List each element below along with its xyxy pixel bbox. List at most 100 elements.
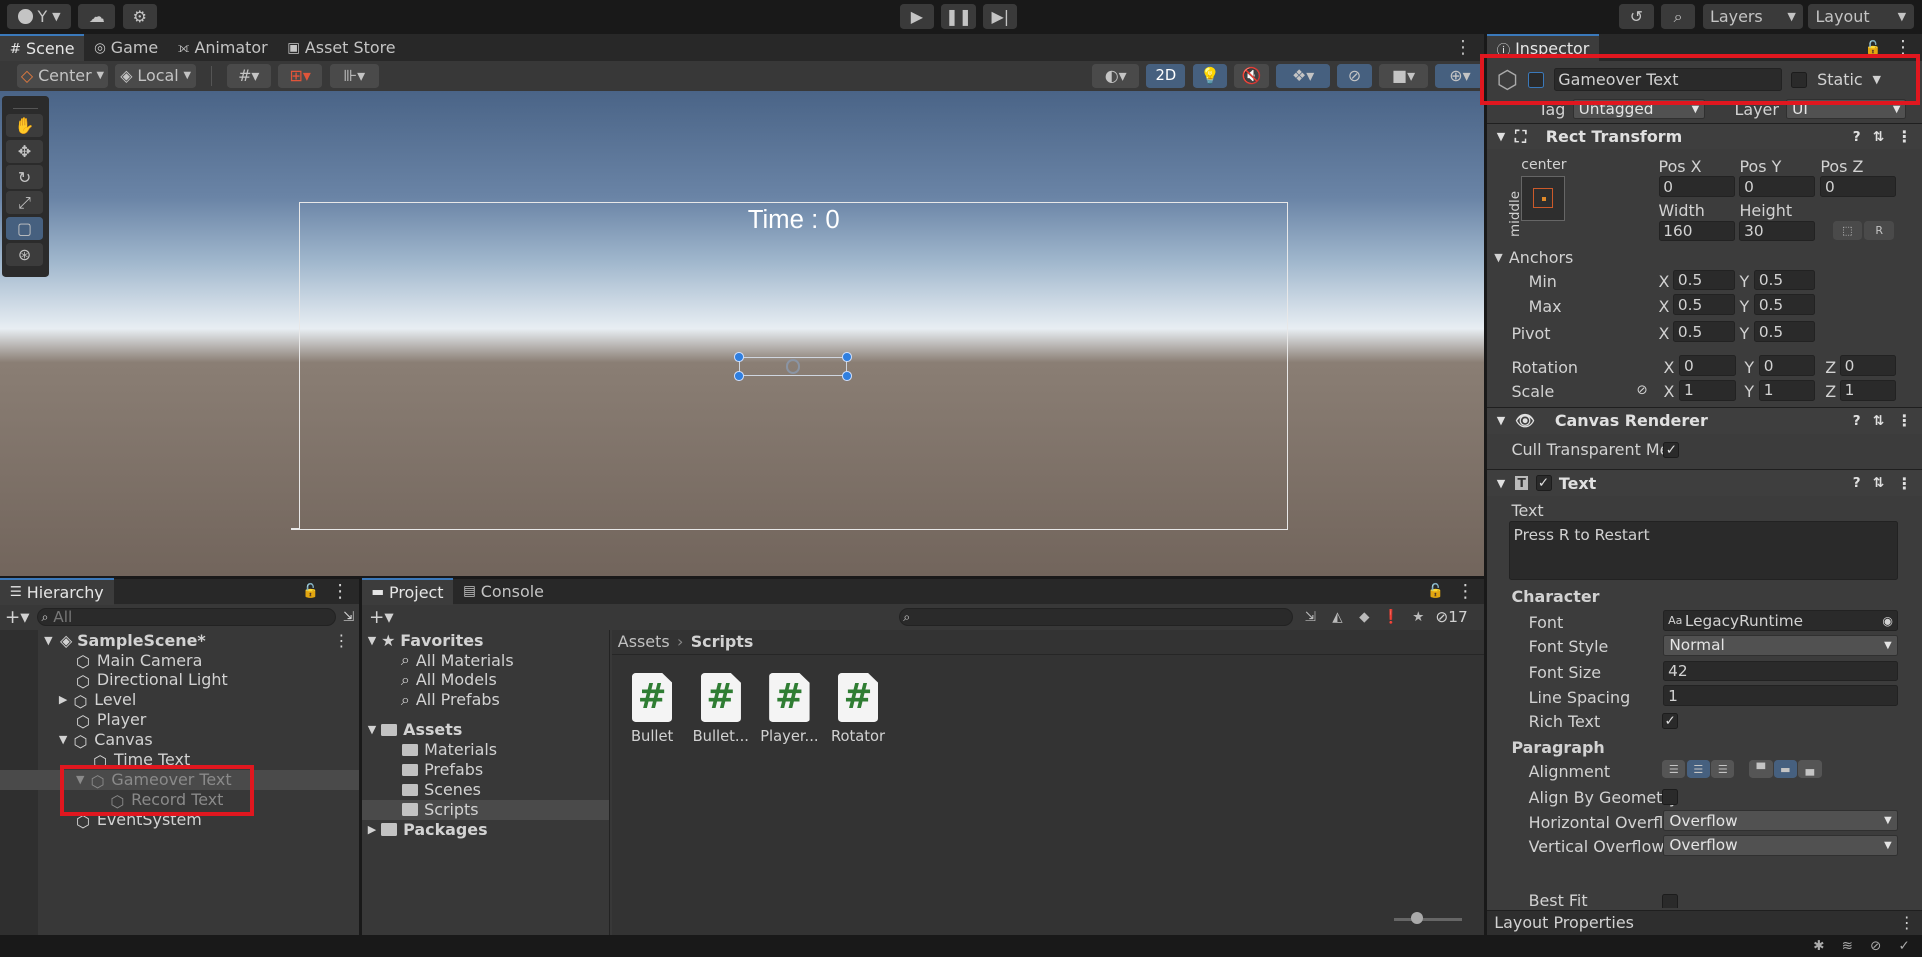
active-checkbox[interactable] (1527, 71, 1544, 88)
line-spacing-field[interactable]: 1 (1663, 685, 1898, 706)
scene-visibility-icon[interactable]: ⇲ (343, 609, 354, 625)
folder-materials[interactable]: Materials (362, 740, 610, 760)
text-enabled-checkbox[interactable]: ✓ (1535, 475, 1552, 491)
breadcrumb-assets[interactable]: Assets (618, 632, 670, 651)
anchor-presets-button[interactable] (1521, 176, 1566, 221)
cloud-button[interactable]: ☁ (78, 3, 116, 30)
folder-prefabs[interactable]: Prefabs (362, 760, 610, 780)
tab-scene[interactable]: # Scene (0, 34, 85, 62)
align-middle-button[interactable]: ▬ (1773, 759, 1798, 779)
scene-visibility-toggle[interactable]: ⊘ (1337, 64, 1372, 88)
rect-handle-top-right[interactable] (842, 351, 852, 362)
asset-item-rotator[interactable]: # Rotator (831, 672, 885, 745)
rect-transform-header[interactable]: ▼ ⛶ Rect Transform ? ⇅ ⋮ (1486, 122, 1922, 150)
scale-y-field[interactable]: 1 (1759, 379, 1816, 401)
lock-icon[interactable]: 🔓 (1427, 583, 1444, 599)
hierarchy-item-gameover-text[interactable]: ▼ ⬡ Gameover Text (0, 769, 360, 791)
font-size-field[interactable]: 42 (1663, 660, 1898, 682)
auto-refresh-icon[interactable]: ⊘ (1870, 938, 1881, 954)
pos-z-field[interactable]: 0 (1820, 176, 1897, 198)
increment-snap-button[interactable]: ⊞▾ (278, 64, 323, 88)
grid-snap-button[interactable]: #▾ (226, 64, 271, 88)
draw-mode-dropdown[interactable]: ◐▾ (1092, 64, 1139, 88)
rotate-tool[interactable]: ↻ (6, 165, 43, 189)
more-menu-icon[interactable]: ⋮ (1456, 581, 1474, 602)
more-menu-icon[interactable]: ⋮ (1896, 127, 1912, 146)
hidden-packages-toggle[interactable]: ⊘17 (1435, 608, 1467, 626)
layout-dropdown[interactable]: Layout ▼ (1808, 3, 1914, 30)
more-menu-icon[interactable]: ⋮ (1896, 474, 1912, 493)
more-menu-icon[interactable]: ⋮ (1896, 411, 1912, 430)
asset-item-bullet-2[interactable]: # Bullet... (693, 672, 749, 745)
rotation-y-field[interactable]: 0 (1759, 355, 1816, 377)
rect-handle-top-left[interactable] (734, 351, 745, 362)
layers-dropdown[interactable]: Layers ▼ (1702, 3, 1804, 30)
chevron-down-icon[interactable]: ▼ (1872, 73, 1880, 86)
width-field[interactable]: 160 (1658, 220, 1735, 242)
gizmos-dropdown[interactable]: ⊕▾ (1435, 64, 1485, 88)
add-dropdown[interactable]: +▾ (5, 607, 30, 628)
favorite-all-models[interactable]: ⌕ All Models (362, 670, 610, 690)
icon-size-slider-thumb[interactable] (1410, 912, 1424, 925)
layout-properties-bar[interactable]: Layout Properties ⋮ (1486, 909, 1922, 936)
anchor-max-x-field[interactable]: 0.5 (1673, 294, 1735, 315)
icon-size-slider[interactable] (1393, 918, 1463, 921)
pos-x-field[interactable]: 0 (1658, 176, 1735, 198)
step-button[interactable]: ▶| (983, 3, 1018, 30)
pivot-handle[interactable] (785, 359, 801, 374)
static-checkbox[interactable] (1791, 71, 1808, 88)
pivot-x-field[interactable]: 0.5 (1673, 321, 1735, 342)
effects-dropdown[interactable]: ❖▾ (1276, 64, 1331, 88)
rich-text-checkbox[interactable]: ✓ (1662, 713, 1679, 729)
asset-item-player[interactable]: # Player... (760, 672, 819, 745)
v-overflow-dropdown[interactable]: Overflow ▼ (1663, 834, 1898, 856)
more-menu-icon[interactable]: ⋮ (331, 581, 349, 602)
scene-root[interactable]: ▼ ◈ SampleScene* ⋮ (0, 630, 359, 650)
layers-stack-icon[interactable]: ≋ (1842, 938, 1853, 954)
play-button[interactable]: ▶ (899, 3, 935, 30)
hierarchy-item-canvas[interactable]: ▼ ⬡ Canvas (0, 730, 359, 751)
folder-scenes[interactable]: Scenes (362, 780, 610, 800)
more-menu-icon[interactable]: ⋮ (1899, 913, 1915, 932)
hierarchy-item-player[interactable]: ⬡ Player (0, 710, 359, 731)
font-style-dropdown[interactable]: Normal ▼ (1663, 634, 1898, 656)
scale-tool[interactable]: ⤢ (6, 191, 43, 215)
favorite-all-prefabs[interactable]: ⌕ All Prefabs (362, 690, 610, 710)
pause-button[interactable]: ❚❚ (941, 3, 976, 30)
grid-visibility-button[interactable]: ⊪▾ (329, 64, 379, 88)
anchor-min-x-field[interactable]: 0.5 (1673, 269, 1735, 291)
best-fit-checkbox[interactable] (1662, 893, 1679, 909)
align-top-button[interactable]: ▀ (1749, 759, 1773, 779)
bug-icon[interactable]: ✱ (1813, 938, 1824, 954)
search-by-type-icon[interactable]: ⇲ (1301, 607, 1321, 627)
folder-scripts[interactable]: Scripts (361, 799, 610, 820)
camera-dropdown[interactable]: ■▾ (1379, 64, 1429, 88)
packages-root[interactable]: ▶ Packages (362, 820, 610, 840)
anchors-foldout[interactable]: ▼ Anchors (1494, 248, 1573, 267)
align-center-button[interactable]: ☰ (1686, 759, 1710, 779)
breadcrumb-scripts[interactable]: Scripts (691, 632, 754, 651)
scene-viewport[interactable]: Time : 0 ✋ ✥ ↻ ⤢ ▢ ⊛ (0, 90, 1485, 577)
pivot-mode-dropdown[interactable]: ◇ Center ▼ (17, 64, 108, 88)
asset-item-bullet[interactable]: # Bullet (631, 672, 673, 745)
preset-icon[interactable]: ⇅ (1873, 129, 1884, 145)
help-icon[interactable]: ? (1853, 129, 1861, 145)
filter-label-icon[interactable]: ◆ (1355, 607, 1375, 627)
hierarchy-item-time-text[interactable]: ⬡ Time Text (0, 750, 359, 771)
2d-toggle[interactable]: 2D (1146, 64, 1186, 88)
blueprint-mode-button[interactable]: ⬚ (1832, 220, 1862, 241)
tab-console[interactable]: ▤ Console (453, 578, 553, 605)
project-search-input[interactable]: ⌕ (898, 607, 1294, 627)
rotation-z-field[interactable]: 0 (1839, 355, 1897, 377)
add-dropdown[interactable]: +▾ (369, 607, 394, 628)
hierarchy-item-record-text[interactable]: ⬡ Record Text (0, 790, 359, 811)
space-mode-dropdown[interactable]: ◈ Local ▼ (115, 64, 197, 88)
align-bottom-button[interactable]: ▄ (1798, 759, 1822, 779)
favorites-header[interactable]: ▼ ★ Favorites (362, 630, 610, 650)
preset-icon[interactable]: ⇅ (1873, 475, 1884, 491)
tag-dropdown[interactable]: Untagged ▼ (1572, 98, 1706, 120)
assets-root[interactable]: ▼ Assets (362, 720, 610, 740)
more-menu-icon[interactable]: ⋮ (333, 631, 349, 650)
tab-project[interactable]: ▬ Project (361, 577, 454, 605)
object-name-field[interactable]: Gameover Text (1553, 68, 1782, 92)
